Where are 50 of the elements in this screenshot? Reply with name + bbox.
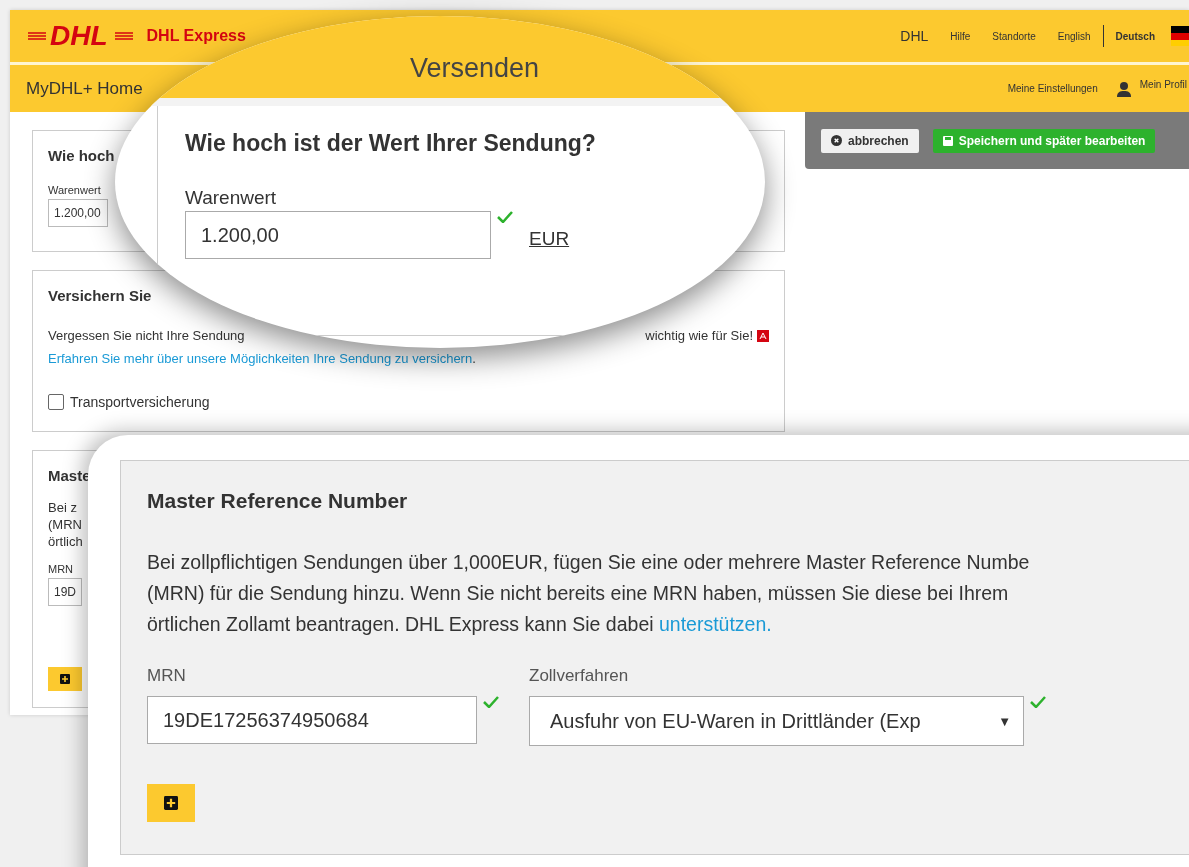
add-button[interactable]	[147, 784, 195, 822]
mrn-input[interactable]: 19D	[48, 578, 82, 606]
plus-icon	[164, 796, 178, 810]
check-icon	[483, 696, 499, 708]
settings-link[interactable]: Meine Einstellungen	[1007, 83, 1098, 94]
field-label: Zollverfahren	[529, 666, 630, 686]
field-label: MRN	[48, 563, 74, 575]
nav-item[interactable]: MyDHL+ Home	[26, 78, 143, 99]
speed-lines-icon	[114, 31, 133, 41]
header-link[interactable]: Standorte	[992, 30, 1036, 42]
paragraph-text: Bei z	[48, 500, 78, 515]
header-link[interactable]: DHL	[900, 28, 929, 44]
nav-item[interactable]: Versenden	[410, 53, 540, 98]
panel-title: Versichern Sie	[48, 287, 152, 304]
currency-link[interactable]: EUR	[529, 228, 570, 250]
check-icon	[1030, 696, 1046, 708]
pdf-icon[interactable]	[757, 329, 769, 342]
close-icon	[831, 135, 842, 146]
paragraph-text: Erfahren Sie mehr über unsere Möglichkeiten Ihre Sendung zu versichern.	[48, 351, 476, 366]
caret-icon: ▼	[998, 713, 1011, 729]
cancel-button[interactable]: abbrechen	[821, 128, 919, 153]
procedure-select[interactable]: Ausfuhr von EU-Waren in Drittländer (Exp ▼	[529, 696, 1024, 746]
speed-lines-icon	[28, 31, 46, 41]
field-label: MRN	[147, 666, 187, 686]
add-button[interactable]	[48, 667, 82, 691]
brand-name: DHL Express	[146, 27, 246, 45]
paragraph-text: wichtig wie für Sie!	[645, 328, 753, 343]
language-link[interactable]: Deutsch	[1115, 30, 1155, 42]
header-link[interactable]: Hilfe	[950, 30, 971, 42]
paragraph-text: (MRN	[48, 517, 83, 532]
dhl-logo[interactable]: DHL	[50, 20, 111, 52]
panel-title: Maste	[48, 467, 91, 484]
language-link[interactable]: English	[1057, 30, 1091, 42]
person-icon	[1115, 80, 1132, 97]
plus-icon	[60, 674, 70, 684]
save-icon	[942, 135, 953, 146]
paragraph-text: örtlich	[48, 534, 83, 549]
value-input[interactable]: 1.200,00	[48, 199, 108, 227]
paragraph-text: Vergessen Sie nicht Ihre Sendung	[48, 328, 245, 343]
field-label: Warenwert	[48, 184, 101, 196]
insurance-checkbox[interactable]: Transportversicherung	[48, 394, 210, 410]
paragraph-text: Bei zollpflichtigen Sendungen über 1,000EUR, fügen Sie eine oder mehrere Master Reference Numbe (MRN) für die Sendung hinzu. Wenn Sie nicht bereits eine MRN haben, müssen Sie diese bei Ihrem örtlichen Zollamt beantragen. DHL Express kann Sie dabei unterstützen.	[147, 550, 1031, 637]
value-input[interactable]: 1.200,00	[185, 211, 491, 259]
panel-title: Wie hoch	[48, 147, 115, 164]
panel-title: Wie hoch ist der Wert Ihrer Sendung?	[185, 130, 597, 157]
check-icon	[497, 211, 513, 223]
field-label: Warenwert	[185, 187, 278, 209]
mrn-input[interactable]: 19DE17256374950684	[147, 696, 477, 744]
profile-link[interactable]: Mein Profil	[1139, 79, 1187, 90]
panel-title: Master Reference Number	[147, 489, 409, 513]
